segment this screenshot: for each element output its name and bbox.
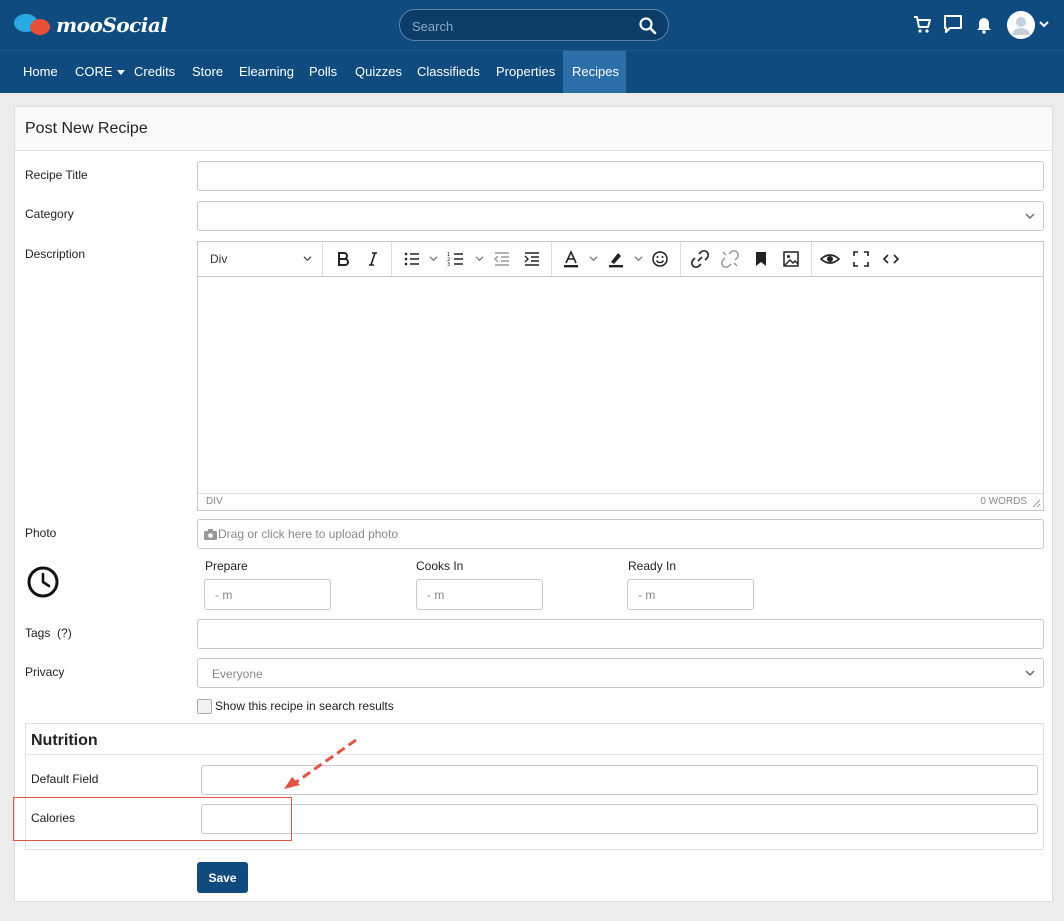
link-icon[interactable] xyxy=(690,249,710,269)
nav-item-credits[interactable]: Credits xyxy=(125,51,184,93)
card-header: Post New Recipe xyxy=(15,107,1052,151)
ready-in-label: Ready In xyxy=(628,559,677,573)
emoji-icon[interactable] xyxy=(650,249,670,269)
caret-down-icon xyxy=(116,70,125,76)
chevron-down-icon[interactable] xyxy=(475,254,484,263)
calories-input[interactable] xyxy=(202,805,1037,833)
format-select-value[interactable]: Div xyxy=(210,252,227,266)
post-recipe-card: Post New Recipe Recipe Title Category De… xyxy=(14,106,1053,902)
photo-upload-text: Drag or click here to upload photo xyxy=(218,527,399,541)
top-bar: mooSocial xyxy=(0,0,1064,50)
chevron-down-icon[interactable] xyxy=(1038,18,1050,30)
chevron-down-icon[interactable] xyxy=(589,254,598,263)
privacy-label: Privacy xyxy=(25,665,65,679)
tags-input[interactable] xyxy=(198,620,1043,648)
chevron-down-icon[interactable] xyxy=(429,254,438,263)
annotation-highlight-box xyxy=(13,797,292,841)
tags-field[interactable] xyxy=(197,619,1044,649)
nav-item-recipes[interactable]: Recipes xyxy=(563,51,626,93)
search-input[interactable] xyxy=(412,16,632,36)
unlink-icon[interactable] xyxy=(720,249,740,269)
page-title: Post New Recipe xyxy=(25,120,148,137)
search-icon[interactable] xyxy=(638,16,658,36)
element-path[interactable]: DIV xyxy=(206,496,223,507)
chevron-down-icon xyxy=(1025,213,1035,219)
default-field-label: Default Field xyxy=(31,772,99,786)
image-icon[interactable] xyxy=(781,249,801,269)
indent-icon[interactable] xyxy=(522,249,542,269)
tags-help-link[interactable]: (?) xyxy=(57,626,72,640)
editor-status-bar: DIV 0 WORDS xyxy=(198,493,1043,510)
chevron-down-icon[interactable] xyxy=(634,254,643,263)
privacy-select[interactable]: Everyone xyxy=(197,658,1044,688)
category-label: Category xyxy=(25,207,74,221)
camera-icon xyxy=(204,529,217,540)
chevron-down-icon[interactable] xyxy=(303,254,312,263)
nav-item-classifieds[interactable]: Classifieds xyxy=(408,51,489,93)
prepare-time-field[interactable] xyxy=(204,579,331,610)
ready-in-time-input[interactable] xyxy=(628,580,753,609)
search-results-checkbox-label[interactable]: Show this recipe in search results xyxy=(215,699,394,713)
nav-item-polls[interactable]: Polls xyxy=(300,51,346,93)
search-results-checkbox[interactable] xyxy=(197,699,212,714)
fullscreen-icon[interactable] xyxy=(851,249,871,269)
nav-item-properties[interactable]: Properties xyxy=(487,51,564,93)
avatar[interactable] xyxy=(1007,11,1035,39)
ready-in-time-field[interactable] xyxy=(627,579,754,610)
privacy-selected-value: Everyone xyxy=(212,667,263,681)
calories-field[interactable] xyxy=(201,804,1038,834)
description-label: Description xyxy=(25,247,86,261)
logo-text: mooSocial xyxy=(56,13,168,37)
editor-toolbar: Div 1 2 3 xyxy=(198,242,1043,277)
tags-label: Tags (?) xyxy=(25,626,72,640)
cart-icon[interactable] xyxy=(911,13,933,35)
bookmark-icon[interactable] xyxy=(751,249,771,269)
logo[interactable]: mooSocial xyxy=(12,10,168,40)
cooks-in-time-input[interactable] xyxy=(417,580,542,609)
nav-item-core[interactable]: CORE xyxy=(66,51,134,93)
preview-eye-icon[interactable] xyxy=(820,249,840,269)
text-color-icon[interactable] xyxy=(561,249,581,269)
recipe-title-field[interactable] xyxy=(197,161,1044,191)
word-count: 0 WORDS xyxy=(980,496,1027,507)
photo-upload-dropzone[interactable]: Drag or click here to upload photo xyxy=(197,519,1044,549)
editor-content-area[interactable] xyxy=(198,277,1043,493)
photo-label: Photo xyxy=(25,526,57,540)
bell-icon[interactable] xyxy=(973,13,995,35)
nav-item-quizzes[interactable]: Quizzes xyxy=(346,51,411,93)
nav-item-home[interactable]: Home xyxy=(14,51,67,93)
recipe-title-input[interactable] xyxy=(198,162,1043,190)
prepare-time-input[interactable] xyxy=(205,580,330,609)
category-select[interactable] xyxy=(197,201,1044,231)
annotation-arrow xyxy=(284,738,357,789)
source-code-icon[interactable] xyxy=(881,249,901,269)
nutrition-title: Nutrition xyxy=(31,732,98,749)
recipe-title-label: Recipe Title xyxy=(25,168,88,182)
italic-icon[interactable] xyxy=(363,249,383,269)
chevron-down-icon xyxy=(1025,670,1035,676)
outdent-icon[interactable] xyxy=(492,249,512,269)
nutrition-header: Nutrition xyxy=(26,724,1043,755)
cooks-in-time-field[interactable] xyxy=(416,579,543,610)
nav-item-elearning[interactable]: Elearning xyxy=(230,51,303,93)
main-nav: Home CORE Credits Store Elearning Polls … xyxy=(0,50,1064,93)
svg-text:3: 3 xyxy=(447,262,450,268)
nav-item-store[interactable]: Store xyxy=(183,51,232,93)
save-button[interactable]: Save xyxy=(197,862,248,893)
resize-handle-icon[interactable] xyxy=(1032,499,1041,508)
highlight-color-icon[interactable] xyxy=(606,249,626,269)
bold-icon[interactable] xyxy=(333,249,353,269)
cooks-in-label: Cooks In xyxy=(416,559,464,573)
user-icon xyxy=(1007,11,1035,39)
search-box[interactable] xyxy=(399,9,669,41)
bullet-list-icon[interactable] xyxy=(402,249,422,269)
chat-icon[interactable] xyxy=(942,13,964,35)
rich-text-editor: Div 1 2 3 DIV 0 WORDS xyxy=(197,241,1044,511)
clock-icon xyxy=(27,566,59,598)
prepare-label: Prepare xyxy=(205,559,248,573)
logo-bubbles-icon xyxy=(12,11,54,39)
numbered-list-icon[interactable]: 1 2 3 xyxy=(446,249,466,269)
